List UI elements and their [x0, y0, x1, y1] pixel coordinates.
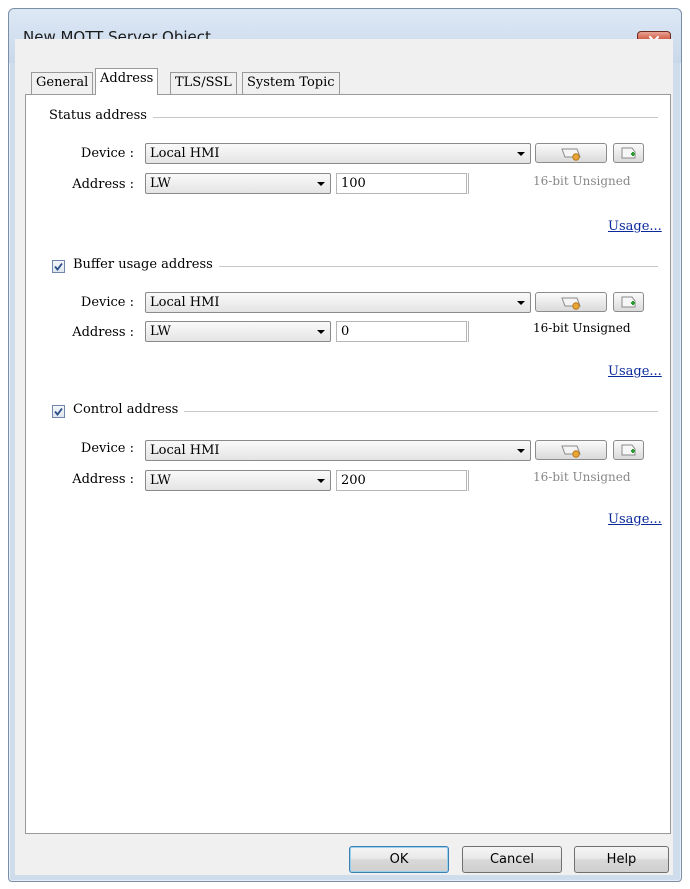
chevron-down-icon: [317, 330, 325, 334]
status-device-label: Device :: [80, 146, 134, 161]
add-tag-icon: [621, 147, 635, 159]
buffer-address-value: 0: [341, 324, 350, 339]
control-address-index-field[interactable]: [468, 470, 529, 491]
control-address-type-select[interactable]: LW: [145, 470, 331, 491]
chevron-down-icon: [517, 449, 525, 453]
cancel-button-label: Cancel: [489, 852, 535, 867]
buffer-address-type-value: LW: [150, 324, 171, 339]
device-settings-icon: [561, 148, 581, 161]
ok-button-label: OK: [389, 852, 409, 867]
buffer-device-settings-button[interactable]: [535, 292, 607, 312]
status-usage-link[interactable]: Usage...: [608, 219, 662, 234]
status-device-value: Local HMI: [150, 146, 220, 161]
buffer-device-select[interactable]: Local HMI: [145, 292, 531, 313]
status-device-select[interactable]: Local HMI: [145, 143, 531, 164]
buffer-address-label: Address :: [72, 325, 134, 340]
chevron-down-icon: [317, 182, 325, 186]
buffer-address-input[interactable]: 0: [336, 321, 467, 342]
control-address-input[interactable]: 200: [336, 470, 467, 491]
address-tab-panel: [25, 94, 671, 834]
tab-system-topic[interactable]: System Topic: [242, 72, 340, 94]
device-settings-icon: [561, 297, 581, 310]
tab-tls-ssl-label: TLS/SSL: [175, 75, 232, 90]
status-data-type: 16-bit Unsigned: [533, 174, 631, 188]
buffer-usage-link[interactable]: Usage...: [608, 364, 662, 379]
device-settings-icon: [561, 445, 581, 458]
tab-tls-ssl[interactable]: TLS/SSL: [170, 72, 237, 94]
status-address-type-select[interactable]: LW: [145, 173, 331, 194]
cancel-button[interactable]: Cancel: [462, 846, 562, 873]
control-device-value: Local HMI: [150, 443, 220, 458]
status-group-divider: [142, 117, 658, 118]
tab-general-label: General: [36, 75, 89, 90]
checkmark-icon: [54, 262, 63, 271]
status-address-input[interactable]: 100: [336, 173, 467, 194]
buffer-device-value: Local HMI: [150, 295, 220, 310]
chevron-down-icon: [317, 479, 325, 483]
buffer-group-title: Buffer usage address: [73, 257, 219, 272]
ok-button[interactable]: OK: [349, 846, 449, 873]
chevron-down-icon: [517, 152, 525, 156]
status-address-value: 100: [341, 176, 366, 191]
status-group-title: Status address: [49, 108, 153, 123]
buffer-address-type-select[interactable]: LW: [145, 321, 331, 342]
checkmark-icon: [54, 407, 63, 416]
buffer-address-book-button[interactable]: [613, 292, 644, 312]
control-address-value: 200: [341, 473, 366, 488]
control-address-label: Address :: [72, 472, 134, 487]
buffer-address-index-field[interactable]: [468, 321, 529, 342]
control-data-type: 16-bit Unsigned: [533, 470, 631, 484]
status-address-index-field[interactable]: [468, 173, 529, 194]
control-group-divider: [183, 411, 658, 412]
buffer-usage-checkbox[interactable]: [52, 260, 65, 273]
buffer-data-type: 16-bit Unsigned: [533, 321, 631, 335]
control-device-label: Device :: [80, 441, 134, 456]
buffer-group-divider: [216, 266, 658, 267]
help-button[interactable]: Help: [574, 846, 669, 873]
control-device-select[interactable]: Local HMI: [145, 440, 531, 461]
tab-system-topic-label: System Topic: [247, 75, 335, 90]
status-address-type-value: LW: [150, 176, 171, 191]
add-tag-icon: [621, 296, 635, 308]
buffer-device-label: Device :: [80, 295, 134, 310]
add-tag-icon: [621, 444, 635, 456]
tab-general[interactable]: General: [31, 72, 94, 94]
chevron-down-icon: [517, 301, 525, 305]
control-group-title: Control address: [73, 402, 185, 417]
control-device-settings-button[interactable]: [535, 440, 607, 460]
control-usage-link[interactable]: Usage...: [608, 512, 662, 527]
control-address-type-value: LW: [150, 473, 171, 488]
status-address-label: Address :: [72, 177, 134, 192]
help-button-label: Help: [606, 852, 637, 867]
tab-address-label: Address: [100, 71, 154, 86]
control-address-checkbox[interactable]: [52, 405, 65, 418]
control-address-book-button[interactable]: [613, 440, 644, 460]
status-address-book-button[interactable]: [613, 143, 644, 163]
status-device-settings-button[interactable]: [535, 143, 607, 163]
tab-address[interactable]: Address: [95, 68, 159, 95]
